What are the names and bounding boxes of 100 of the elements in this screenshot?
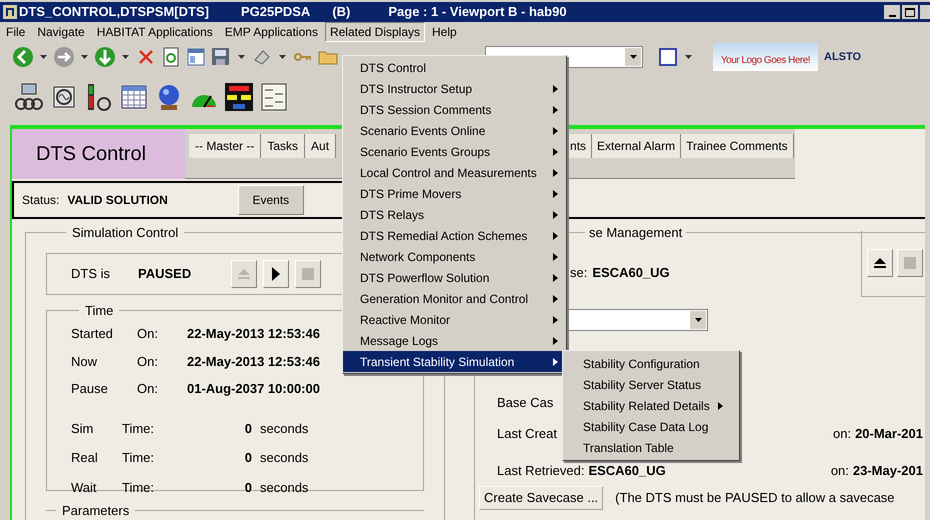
dropdown-caret-icon[interactable] <box>122 55 129 59</box>
unit-label: seconds <box>260 449 308 467</box>
tab[interactable]: -- Master -- <box>189 134 262 158</box>
last-retrieved-label: Last Retrieved: <box>497 462 584 480</box>
menu-entry[interactable]: Reactive Monitor <box>343 309 566 330</box>
dropdown-caret-icon[interactable] <box>279 55 286 59</box>
tab[interactable]: Aut <box>305 134 336 158</box>
time-label: Started <box>71 325 114 343</box>
menu-entry[interactable]: DTS Powerflow Solution <box>343 267 566 288</box>
app-icon <box>3 5 17 19</box>
time-colon-label: Time: <box>122 449 156 467</box>
last-retrieved-date: 23-May-201 <box>852 462 923 480</box>
window-title: Page : 1 - Viewport B - hab90 <box>388 3 567 22</box>
window-icon[interactable] <box>185 46 207 68</box>
last-created-label: Last Creat <box>497 425 557 443</box>
status-label: Status: <box>22 192 60 209</box>
dropdown-caret-icon[interactable] <box>40 55 47 59</box>
menu-item[interactable]: File <box>1 22 30 42</box>
unit-label: seconds <box>260 478 308 496</box>
savecase-note: (The DTS must be PAUSED to allow a savecase <box>615 489 895 508</box>
events-button[interactable]: Events <box>238 185 304 215</box>
time-label: Wait <box>71 478 98 496</box>
menu-entry[interactable]: DTS Control <box>343 57 566 78</box>
duration-value: 0 <box>244 420 253 438</box>
dropdown-arrow-icon[interactable] <box>630 55 636 59</box>
page-title: DTS Control <box>12 129 185 179</box>
window-title: DTS_CONTROL,DTSPSM[DTS] <box>19 3 209 22</box>
dropdown-caret-icon[interactable] <box>238 55 245 59</box>
window-title: PG25PDSA <box>240 3 310 22</box>
eject-icon <box>873 257 887 269</box>
eject-button[interactable] <box>867 249 893 277</box>
on-label: on: <box>830 462 849 480</box>
time-label: Pause <box>71 380 109 398</box>
duration-value: 0 <box>244 449 253 467</box>
menu-item[interactable]: EMP Applications <box>220 22 323 42</box>
menu-entry[interactable]: Local Control and Measurements <box>343 162 566 183</box>
tab[interactable]: External Alarm <box>592 134 682 158</box>
status-value: VALID SOLUTION <box>67 192 168 209</box>
on-label: On: <box>137 325 159 343</box>
dropdown-arrow-icon[interactable] <box>694 318 702 322</box>
play-icon <box>271 266 282 280</box>
group-title: se Management <box>588 224 684 242</box>
window-icon[interactable] <box>657 46 679 68</box>
menu-entry[interactable]: Translation Table <box>563 437 739 458</box>
menu-item[interactable]: HABITAT Applications <box>92 22 218 42</box>
menu-entry[interactable]: Message Logs <box>343 330 566 351</box>
minimize-button[interactable] <box>884 5 900 19</box>
dts-state-value: PAUSED <box>138 264 192 283</box>
logo-banner: Your Logo Goes Here! <box>713 43 818 71</box>
last-retrieved-value: ESCA60_UG <box>588 462 666 480</box>
play-button[interactable] <box>263 260 290 288</box>
menu-entry[interactable]: Stability Server Status <box>563 374 739 395</box>
time-value: 01-Aug-2037 10:00:00 <box>187 380 320 398</box>
menu-item[interactable]: Navigate <box>32 22 90 42</box>
group-title: Simulation Control <box>71 224 180 242</box>
menu-entry[interactable]: DTS Instructor Setup <box>343 78 566 99</box>
menu-entry[interactable]: DTS Session Comments <box>343 99 566 120</box>
stop-icon <box>904 257 916 269</box>
menu-entry[interactable]: DTS Remedial Action Schemes <box>343 225 566 246</box>
in-use-label: se: <box>570 264 588 282</box>
time-value: 22-May-2013 12:53:46 <box>187 352 320 371</box>
menu-entry[interactable]: Stability Configuration <box>563 353 739 374</box>
tab[interactable]: Trainee Comments <box>681 134 794 158</box>
eject-icon <box>237 268 252 280</box>
save-icon[interactable] <box>210 46 232 68</box>
time-label: Real <box>71 449 99 467</box>
time-label: Now <box>71 352 98 370</box>
group-title: Time <box>84 302 114 320</box>
dropdown-caret-icon[interactable] <box>81 55 88 59</box>
duration-value: 0 <box>244 478 253 496</box>
stop-icon <box>302 268 314 280</box>
menu-entry[interactable]: Scenario Events Groups <box>343 141 566 162</box>
tab[interactable]: Tasks <box>261 134 306 158</box>
dts-state-label: DTS is <box>71 264 110 283</box>
dropdown-caret-icon[interactable] <box>685 55 692 59</box>
menu-entry[interactable]: Network Components <box>343 246 566 267</box>
network-icon[interactable] <box>14 82 44 112</box>
menu-item[interactable]: Related Displays <box>324 22 425 42</box>
last-created-date: 20-Mar-201 <box>855 425 923 443</box>
time-label: Sim <box>71 420 94 438</box>
menu-entry[interactable]: Generation Monitor and Control <box>343 288 566 309</box>
document-icon[interactable] <box>259 82 289 112</box>
maximize-button[interactable] <box>902 5 918 19</box>
menu-item[interactable]: Help <box>427 22 462 42</box>
menu-entry[interactable]: Scenario Events Online <box>343 120 566 141</box>
menu-entry[interactable]: Stability Case Data Log <box>563 416 739 437</box>
forward-icon[interactable] <box>53 46 75 68</box>
create-savecase-button[interactable]: Create Savecase ... <box>479 486 604 510</box>
menu-entry[interactable]: DTS Relays <box>343 204 566 225</box>
menu-entry[interactable]: Stability Related Details <box>563 395 739 416</box>
menu-entry[interactable]: DTS Prime Movers <box>343 183 566 204</box>
base-case-label: Base Cas <box>497 394 554 410</box>
on-label: On: <box>137 352 159 370</box>
unit-label: seconds <box>260 420 308 438</box>
back-icon[interactable] <box>12 46 34 68</box>
on-label: on: <box>832 425 852 443</box>
on-label: On: <box>137 380 159 398</box>
time-colon-label: Time: <box>122 420 156 438</box>
group-title: Parameters <box>61 502 130 520</box>
diagram-icon[interactable] <box>224 82 254 112</box>
